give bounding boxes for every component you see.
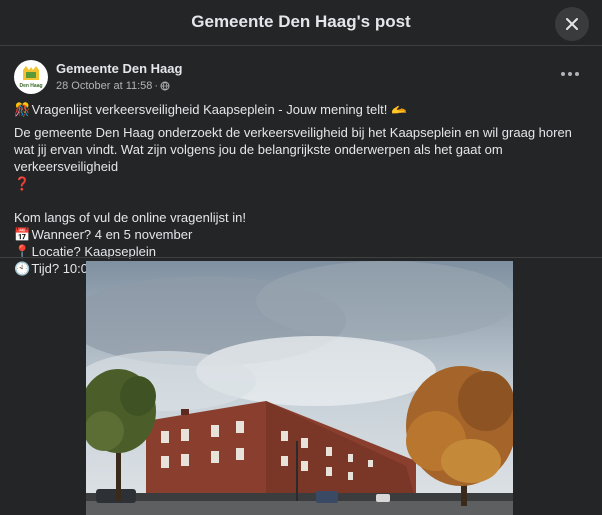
globe-icon [160,81,170,91]
close-button[interactable] [555,7,589,41]
street-photo-illustration [86,261,513,515]
more-dot-icon [561,72,565,76]
meta-separator: · [154,80,159,92]
post-headline: 🎊 Vragenlijst verkeersveiligheid Kaapsep… [14,101,594,118]
more-options-button[interactable] [558,66,582,82]
detail-when: 📅 Wanneer? 4 en 5 november [14,226,594,243]
divider [0,257,602,258]
city-crest-icon [23,65,39,80]
question-emoji: ❓ [14,176,31,191]
dialog-header: Gemeente Den Haag's post [0,0,602,46]
more-dot-icon [568,72,572,76]
post-cta: Kom langs of vul de online vragenlijst i… [14,210,246,225]
party-emoji: 🎊 [14,102,31,117]
detail-text: Wanneer? 4 en 5 november [31,227,193,242]
hand-emoji: 🫴 [391,102,408,117]
post-photo[interactable] [86,261,513,515]
close-icon [566,18,578,30]
clock-emoji: 🕙 [14,261,31,276]
more-dot-icon [575,72,579,76]
post-timestamp[interactable]: 28 October at 11:58 [56,80,152,92]
author-name[interactable]: Gemeente Den Haag [56,61,182,76]
avatar[interactable]: Den Haag [14,60,48,94]
post-meta: 28 October at 11:58 · [56,80,170,92]
avatar-label: Den Haag [19,82,43,89]
headline-text: Vragenlijst verkeersveiligheid Kaapseple… [31,102,388,117]
paragraph-text: De gemeente Den Haag onderzoekt de verke… [14,125,572,174]
post-body: 🎊 Vragenlijst verkeersveiligheid Kaapsep… [14,101,594,277]
calendar-emoji: 📅 [14,227,31,242]
dialog-title: Gemeente Den Haag's post [191,12,411,31]
post-paragraph: De gemeente Den Haag onderzoekt de verke… [14,124,594,192]
